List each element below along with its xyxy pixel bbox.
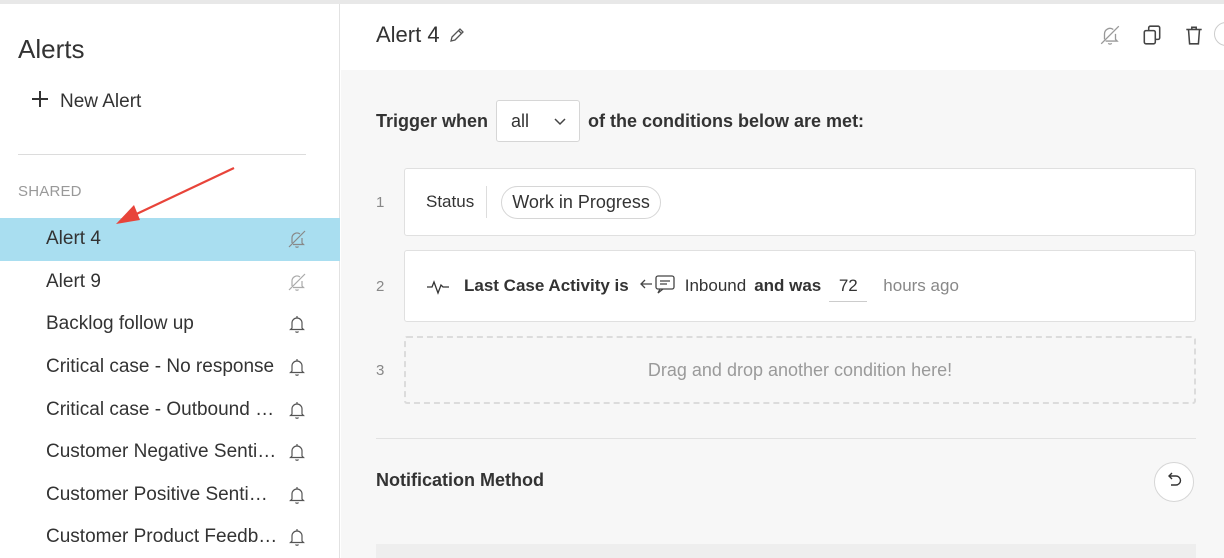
bell-off-icon[interactable] [286,271,308,293]
bell-icon[interactable] [286,484,308,506]
inbound-chat-icon [639,273,677,300]
condition-number: 1 [376,193,385,211]
alert-item-customer-negative-sentiment[interactable]: Customer Negative Sentiment [0,431,340,474]
chevron-down-icon [553,111,567,132]
alert-item-critical-no-response[interactable]: Critical case - No response [0,346,340,389]
alert-item-alert-9[interactable]: Alert 9 [0,261,340,304]
alert-item-label: Critical case - No response [46,356,275,378]
alert-item-backlog-follow-up[interactable]: Backlog follow up [0,303,340,346]
condition-field: Last Case Activity is [464,276,629,295]
match-select-value: all [511,110,530,131]
alert-item-label: Customer Negative Sentiment [46,441,278,463]
notification-method-title: Notification Method [376,470,544,490]
editor-header: Alert 4 [341,4,1224,70]
trash-icon[interactable] [1182,22,1206,48]
alert-item-label: Customer Product Feedback [46,526,278,548]
hours-input[interactable]: 72 [829,270,868,302]
alert-editor: Alert 4 Trigger when all of the conditio… [341,4,1224,558]
new-alert-button[interactable]: New Alert [30,88,141,116]
bell-off-icon[interactable] [286,228,308,250]
copy-icon[interactable] [1140,22,1164,48]
bell-off-icon[interactable] [1098,22,1122,48]
new-alert-label: New Alert [60,91,142,112]
alert-item-label: Alert 9 [46,270,101,292]
hours-suffix: hours ago [883,276,959,295]
undo-button[interactable] [1154,462,1194,502]
sidebar-title: Alerts [18,34,85,64]
status-value-pill[interactable]: Work in Progress [501,185,661,219]
alert-item-label: Critical case - Outbound response [46,398,278,420]
condition-number: 2 [376,277,385,295]
condition-row: 1 Status Work in Progress [376,168,1196,236]
section-label-shared: SHARED [18,183,82,200]
trigger-prefix: Trigger when [376,110,489,131]
section-divider [376,438,1196,439]
trigger-sentence: Trigger when all of the conditions below… [376,100,864,142]
alert-item-critical-outbound[interactable]: Critical case - Outbound response [0,388,340,431]
undo-icon [1164,470,1184,495]
bell-icon[interactable] [286,399,308,421]
activity-pulse-icon [426,276,450,296]
alert-item-customer-positive-sentiment[interactable]: Customer Positive Sentiment [0,474,340,517]
alert-title: Alert 4 [376,22,466,48]
sidebar-divider [18,154,306,155]
pencil-icon[interactable] [448,26,466,44]
condition-connector: and was [754,276,822,295]
header-actions [1098,22,1224,48]
plus-icon [30,88,52,116]
bell-icon[interactable] [286,441,308,463]
condition-content: Last Case Activity is Inbound and was 72… [426,270,959,302]
alerts-sidebar: Alerts New Alert SHARED Alert 4 Alert 9 … [0,4,340,558]
condition-last-activity[interactable]: Last Case Activity is Inbound and was 72… [404,250,1196,322]
alert-item-alert-4[interactable]: Alert 4 [0,218,340,261]
alert-item-label: Backlog follow up [46,313,194,335]
bell-icon[interactable] [286,356,308,378]
channel-value[interactable]: Inbound [685,276,746,296]
match-select[interactable]: all [496,100,581,142]
condition-field: Status [426,186,488,218]
alert-title-text: Alert 4 [376,22,440,47]
condition-row: 2 Last Case Activity is Inbound and was … [376,250,1196,322]
drop-zone-text: Drag and drop another condition here! [647,359,953,380]
alert-item-customer-product-feedback[interactable]: Customer Product Feedback [0,516,340,558]
bell-icon[interactable] [286,526,308,548]
condition-drop-zone[interactable]: Drag and drop another condition here! [404,336,1196,404]
alert-item-label: Customer Positive Sentiment [46,483,278,505]
notification-panel [376,544,1196,558]
condition-status[interactable]: Status Work in Progress [404,168,1196,236]
condition-number: 3 [376,361,385,379]
bell-icon[interactable] [286,313,308,335]
alert-item-label: Alert 4 [46,228,101,250]
trigger-suffix: of the conditions below are met: [588,110,865,131]
alert-list: Alert 4 Alert 9 Backlog follow up Critic… [0,218,340,558]
condition-row: 3 Drag and drop another condition here! [376,336,1196,404]
